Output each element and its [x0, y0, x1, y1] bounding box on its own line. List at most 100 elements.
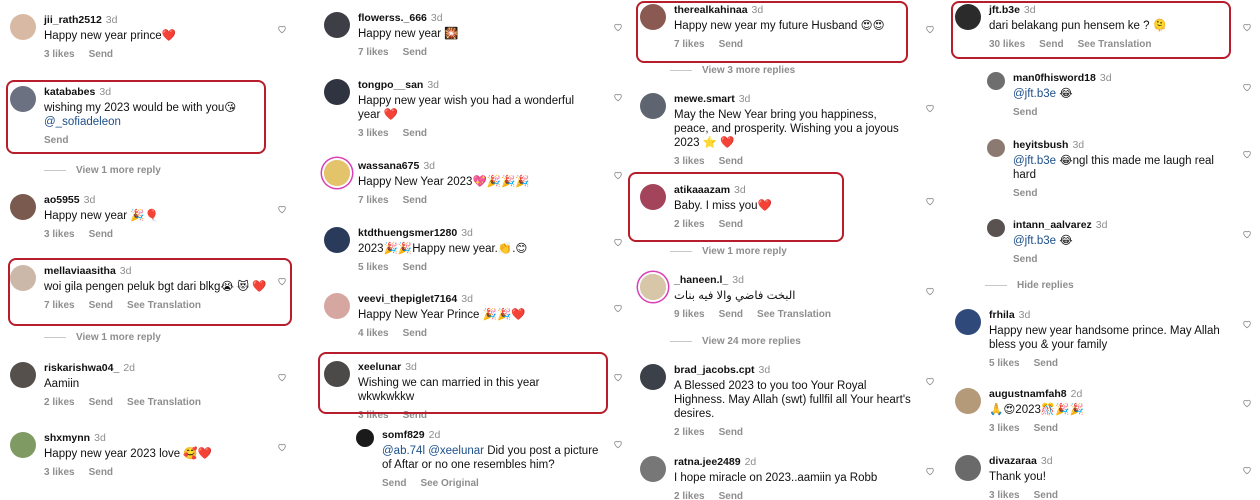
username[interactable]: somf829	[382, 429, 425, 441]
avatar[interactable]	[640, 364, 666, 390]
username[interactable]: riskarishwa04_	[44, 362, 119, 374]
likes-count[interactable]: 3 likes	[674, 156, 705, 167]
username[interactable]: _haneen.l_	[674, 274, 728, 286]
like-heart-icon[interactable]	[1242, 398, 1252, 408]
send-button[interactable]: Send	[89, 397, 113, 408]
view-more-replies[interactable]: View 24 more replies	[670, 336, 801, 348]
username[interactable]: katababes	[44, 86, 95, 98]
like-heart-icon[interactable]	[925, 24, 935, 34]
username[interactable]: divazaraa	[989, 455, 1037, 467]
likes-count[interactable]: 9 likes	[674, 309, 705, 320]
avatar[interactable]	[955, 388, 981, 414]
likes-count[interactable]: 2 likes	[674, 219, 705, 230]
avatar[interactable]	[10, 194, 36, 220]
send-button[interactable]: Send	[403, 410, 427, 421]
username[interactable]: jii_rath2512	[44, 14, 102, 26]
username[interactable]: xeelunar	[358, 361, 401, 373]
username[interactable]: shxmynn	[44, 432, 90, 444]
like-heart-icon[interactable]	[613, 303, 623, 313]
like-heart-icon[interactable]	[277, 276, 287, 286]
username[interactable]: mellaviaasitha	[44, 265, 116, 277]
send-button[interactable]: Send	[1034, 423, 1058, 434]
view-more-replies[interactable]: View 1 more reply	[670, 246, 787, 258]
likes-count[interactable]: 5 likes	[358, 262, 389, 273]
mention-link[interactable]: @jft.b3e	[1013, 235, 1056, 247]
avatar[interactable]	[987, 139, 1005, 157]
username[interactable]: ktdthuengsmer1280	[358, 227, 457, 239]
mention-link[interactable]: @_sofiadeleon	[44, 115, 284, 129]
likes-count[interactable]: 30 likes	[989, 39, 1025, 50]
like-heart-icon[interactable]	[925, 196, 935, 206]
likes-count[interactable]: 5 likes	[989, 358, 1020, 369]
send-button[interactable]: Send	[719, 219, 743, 230]
avatar[interactable]	[10, 432, 36, 458]
likes-count[interactable]: 3 likes	[358, 128, 389, 139]
username[interactable]: heyitsbush	[1013, 139, 1068, 151]
avatar[interactable]	[324, 79, 350, 105]
like-heart-icon[interactable]	[1242, 82, 1252, 92]
send-button[interactable]: Send	[403, 47, 427, 58]
likes-count[interactable]: 7 likes	[358, 195, 389, 206]
username[interactable]: mewe.smart	[674, 93, 735, 105]
send-button[interactable]: Send	[719, 427, 743, 438]
avatar[interactable]	[640, 184, 666, 210]
send-button[interactable]: Send	[89, 49, 113, 60]
view-more-replies[interactable]: View 1 more reply	[44, 332, 161, 344]
like-heart-icon[interactable]	[1242, 149, 1252, 159]
likes-count[interactable]: 7 likes	[674, 39, 705, 50]
like-heart-icon[interactable]	[925, 466, 935, 476]
username[interactable]: atikaaazam	[674, 184, 730, 196]
username[interactable]: man0fhisword18	[1013, 72, 1096, 84]
likes-count[interactable]: 3 likes	[44, 49, 75, 60]
like-heart-icon[interactable]	[925, 103, 935, 113]
avatar[interactable]	[10, 362, 36, 388]
like-heart-icon[interactable]	[1242, 465, 1252, 475]
send-button[interactable]: Send	[719, 491, 743, 500]
username[interactable]: tongpo__san	[358, 79, 423, 91]
like-heart-icon[interactable]	[1242, 22, 1252, 32]
username[interactable]: ao5955	[44, 194, 80, 206]
username[interactable]: augustnamfah8	[989, 388, 1067, 400]
like-heart-icon[interactable]	[277, 372, 287, 382]
send-button[interactable]: Send	[89, 300, 113, 311]
likes-count[interactable]: 2 likes	[674, 427, 705, 438]
like-heart-icon[interactable]	[277, 204, 287, 214]
username[interactable]: veevi_thepiglet7164	[358, 293, 457, 305]
like-heart-icon[interactable]	[613, 237, 623, 247]
like-heart-icon[interactable]	[613, 22, 623, 32]
avatar[interactable]	[324, 293, 350, 319]
username[interactable]: ratna.jee2489	[674, 456, 741, 468]
send-button[interactable]: Send	[89, 229, 113, 240]
likes-count[interactable]: 3 likes	[989, 423, 1020, 434]
avatar[interactable]	[324, 361, 350, 387]
mention-link[interactable]: @jft.b3e	[1013, 155, 1056, 167]
send-button[interactable]: Send	[403, 128, 427, 139]
likes-count[interactable]: 3 likes	[358, 410, 389, 421]
like-heart-icon[interactable]	[613, 92, 623, 102]
likes-count[interactable]: 7 likes	[44, 300, 75, 311]
like-heart-icon[interactable]	[613, 372, 623, 382]
like-heart-icon[interactable]	[277, 24, 287, 34]
send-button[interactable]: Send	[719, 156, 743, 167]
send-button[interactable]: Send	[1034, 358, 1058, 369]
send-button[interactable]: Send	[44, 135, 68, 146]
like-heart-icon[interactable]	[925, 286, 935, 296]
likes-count[interactable]: 3 likes	[44, 229, 75, 240]
username[interactable]: frhila	[989, 309, 1015, 321]
avatar[interactable]	[955, 309, 981, 335]
avatar[interactable]	[640, 93, 666, 119]
send-button[interactable]: Send	[1013, 254, 1037, 265]
avatar[interactable]	[640, 274, 666, 300]
see-translation-button[interactable]: See Translation	[757, 309, 831, 320]
hide-replies-button[interactable]: Hide replies	[985, 280, 1074, 292]
like-heart-icon[interactable]	[1242, 229, 1252, 239]
likes-count[interactable]: 4 likes	[358, 328, 389, 339]
avatar[interactable]	[10, 265, 36, 291]
likes-count[interactable]: 2 likes	[674, 491, 705, 500]
like-heart-icon[interactable]	[613, 170, 623, 180]
send-button[interactable]: Send	[89, 467, 113, 478]
see-original-button[interactable]: See Original	[420, 478, 478, 489]
send-button[interactable]: Send	[1013, 107, 1037, 118]
mention-link[interactable]: @ab.74l @xeelunar	[382, 445, 484, 457]
likes-count[interactable]: 3 likes	[989, 490, 1020, 500]
